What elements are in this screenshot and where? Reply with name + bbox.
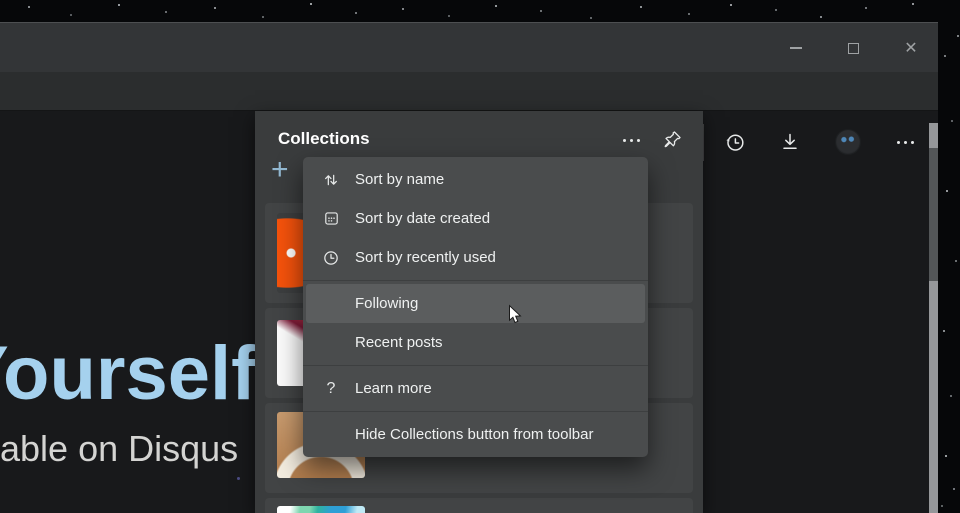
- close-button[interactable]: ✕: [888, 23, 934, 73]
- profile-button[interactable]: [830, 129, 866, 155]
- menu-item-sort-by-recently-used[interactable]: Sort by recently used: [303, 238, 648, 277]
- page-decoration-dot: [237, 477, 240, 480]
- collections-context-menu: Sort by name Sort by date created Sort: [303, 157, 648, 457]
- minimize-button[interactable]: [773, 23, 819, 73]
- clock-icon: [319, 248, 343, 268]
- start-new-collection-button[interactable]: +: [271, 155, 289, 185]
- collections-panel-title: Collections: [278, 129, 370, 149]
- sort-arrows-icon: [319, 170, 343, 190]
- history-icon: [723, 130, 747, 154]
- settings-more-button[interactable]: [887, 129, 923, 155]
- menu-item-following[interactable]: Following: [306, 284, 645, 323]
- maximize-icon: [848, 43, 859, 54]
- more-dots-icon: [623, 139, 640, 142]
- menu-item-hide-collections-button[interactable]: Hide Collections button from toolbar: [303, 415, 648, 454]
- menu-separator: [303, 280, 648, 281]
- page-scrollbar-track[interactable]: [929, 123, 938, 513]
- close-icon: ✕: [904, 38, 917, 58]
- maximize-button[interactable]: [830, 23, 876, 73]
- browser-toolbar: [0, 72, 938, 111]
- mouse-cursor: [504, 303, 526, 332]
- pin-icon: [662, 129, 683, 150]
- menu-item-recent-posts[interactable]: Recent posts: [303, 323, 648, 362]
- page-headline: Yourself: [0, 330, 256, 417]
- page-subtext: lable on Disqus: [0, 428, 238, 470]
- menu-item-sort-by-name[interactable]: Sort by name: [303, 160, 648, 199]
- menu-item-learn-more[interactable]: ? Learn more: [303, 369, 648, 408]
- collections-more-button[interactable]: [615, 128, 647, 152]
- pin-panel-button[interactable]: [659, 126, 685, 152]
- collection-card[interactable]: [265, 498, 693, 513]
- history-button[interactable]: [717, 129, 753, 155]
- cursor-arrow-icon: [504, 303, 526, 327]
- starfield-background: [0, 0, 2, 2]
- menu-separator: [303, 365, 648, 366]
- minimize-icon: [790, 47, 802, 49]
- menu-separator: [303, 411, 648, 412]
- more-dots-icon: [897, 141, 914, 144]
- question-icon: ?: [319, 380, 343, 398]
- menu-item-sort-by-date-created[interactable]: Sort by date created: [303, 199, 648, 238]
- title-bar: ✕: [0, 22, 938, 72]
- downloads-button[interactable]: [772, 129, 808, 155]
- avatar: [835, 129, 861, 155]
- teal-illustration-thumbnail: [277, 506, 365, 513]
- page-scrollbar-thumb[interactable]: [929, 148, 938, 281]
- calendar-icon: [319, 209, 343, 228]
- download-icon: [778, 130, 802, 154]
- desktop: ✕: [0, 0, 960, 513]
